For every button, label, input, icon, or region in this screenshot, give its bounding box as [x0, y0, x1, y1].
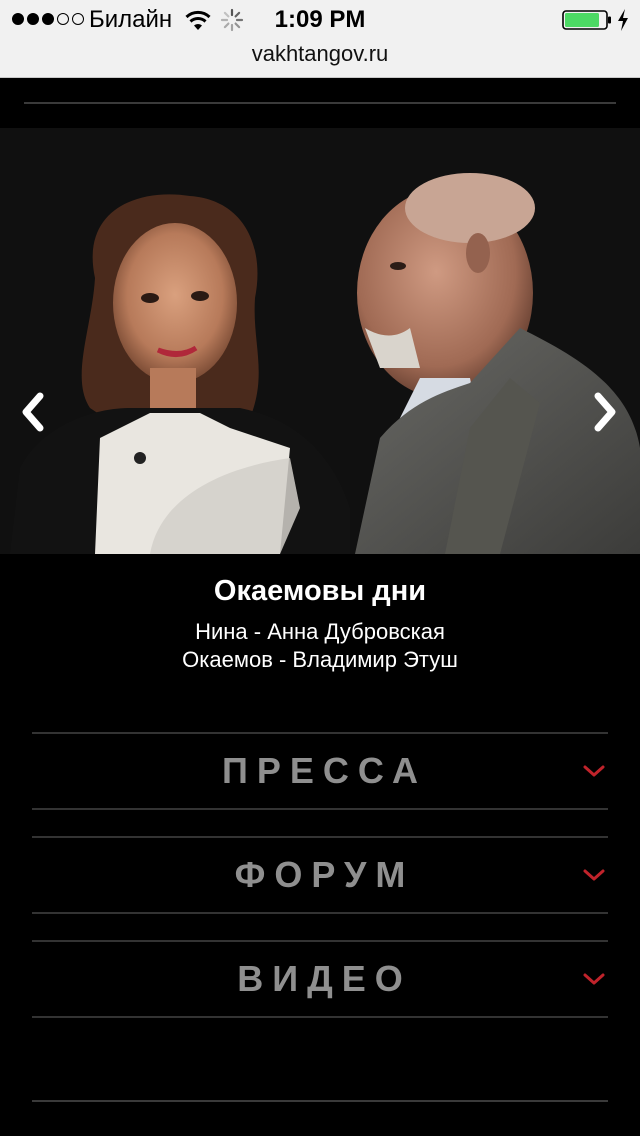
cast-line: Нина - Анна Дубровская — [195, 619, 445, 644]
cast-line: Окаемов - Владимир Этуш — [182, 647, 458, 672]
chevron-down-icon — [583, 973, 605, 985]
slide-caption: Окаемовы дни Нина - Анна Дубровская Окае… — [0, 570, 640, 674]
battery-icon — [562, 10, 611, 30]
section-forum[interactable]: ФОРУМ — [32, 836, 608, 914]
chevron-right-icon — [594, 392, 616, 432]
top-divider — [24, 102, 616, 104]
browser-chrome: Билайн 1:09 PM vakhtangov.ru — [0, 0, 640, 78]
url-bar[interactable]: vakhtangov.ru — [0, 40, 640, 68]
url-text[interactable]: vakhtangov.ru — [252, 41, 389, 66]
section-label: ВИДЕО — [237, 958, 412, 999]
chevron-down-icon — [583, 765, 605, 777]
hero-prev-button[interactable] — [12, 382, 52, 442]
screen: Билайн 1:09 PM vakhtangov.ru Окаемовы дн… — [0, 0, 640, 1136]
play-title[interactable]: Окаемовы дни — [0, 570, 640, 612]
chevron-down-icon — [583, 869, 605, 881]
chevron-left-icon — [22, 392, 44, 432]
hero-next-button[interactable] — [586, 382, 626, 442]
status-bar: Билайн 1:09 PM — [0, 0, 640, 40]
bottom-divider — [32, 1100, 608, 1102]
section-label: ПРЕССА — [222, 750, 427, 791]
section-label: ФОРУМ — [234, 854, 415, 895]
battery-level-fill — [565, 13, 599, 27]
section-press[interactable]: ПРЕССА — [32, 732, 608, 810]
hero-slider[interactable] — [0, 128, 640, 554]
hero-photo — [0, 128, 640, 554]
status-clock: 1:09 PM — [274, 6, 366, 33]
section-video[interactable]: ВИДЕО — [32, 940, 608, 1018]
charging-bolt-icon — [618, 9, 628, 31]
